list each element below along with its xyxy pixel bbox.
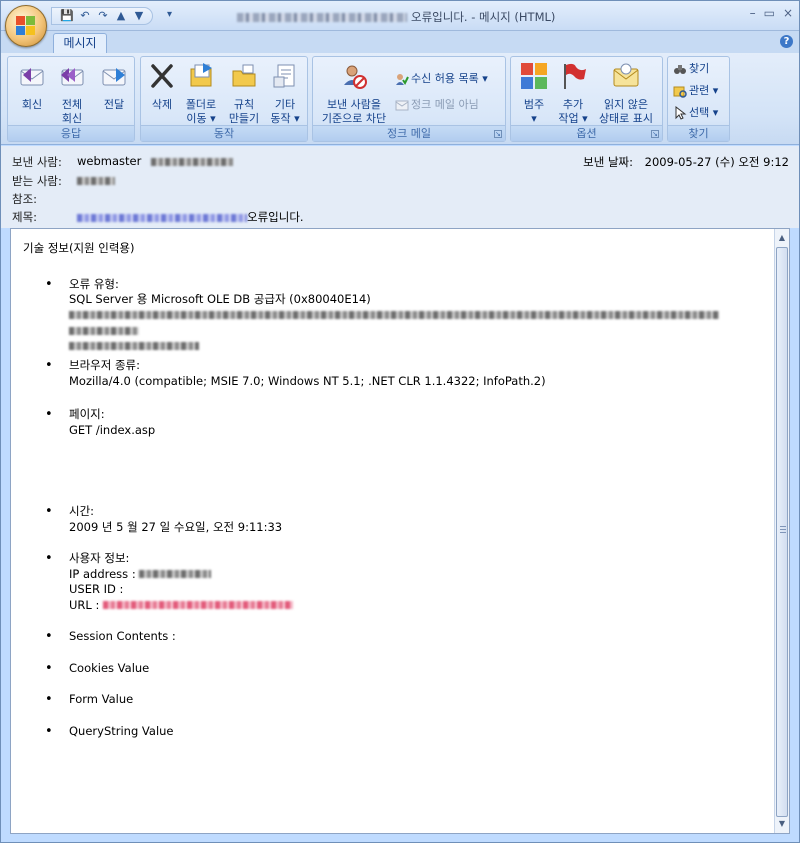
list-item-cookies: Cookies Value xyxy=(23,661,763,677)
list-item-session: Session Contents : xyxy=(23,629,763,645)
group-junk-email: 보낸 사람을 기준으로 차단 수신 허용 목록 ▾ 정크 메일 아님 정크 메일… xyxy=(312,56,506,142)
block-sender-button[interactable]: 보낸 사람을 기준으로 차단 xyxy=(315,61,393,126)
save-icon[interactable]: 💾 xyxy=(60,9,74,23)
list-item-user-info: 사용자 정보: IP address : USER ID : URL : xyxy=(23,551,763,613)
group-label-options: 옵션 xyxy=(511,125,662,141)
grip-icon xyxy=(780,526,786,534)
list-item-error-type: 오류 유형: SQL Server 용 Microsoft OLE DB 공급자… xyxy=(23,277,763,355)
list-item-browser: 브라우저 종류: Mozilla/4.0 (compatible; MSIE 7… xyxy=(23,358,763,389)
redacted-url xyxy=(103,601,294,609)
not-junk-icon xyxy=(395,100,409,111)
group-find: 찾기 관련 ▾ 선택 ▾ 찾기 xyxy=(667,56,730,142)
undo-icon[interactable]: ↶ xyxy=(78,9,92,23)
mark-unread-icon xyxy=(613,63,639,87)
redo-icon[interactable]: ↷ xyxy=(96,9,110,23)
ribbon: 회신 전체 회신 전달 응답 삭제 폴더로 이동 ▾ 규칙 만들기 기타 동작 … xyxy=(1,53,799,145)
message-header: 보낸 사람: webmaster 받는 사람: 참조: 제목: 오류입니다. 보… xyxy=(1,146,799,228)
reply-icon xyxy=(20,68,44,86)
scroll-down-icon[interactable]: ▼ xyxy=(775,817,789,831)
group-label-find: 찾기 xyxy=(668,125,729,141)
scroll-up-icon[interactable]: ▲ xyxy=(775,231,789,245)
office-button[interactable] xyxy=(5,5,47,47)
related-icon xyxy=(673,86,687,98)
ribbon-tab-row: 메시지 ? xyxy=(1,31,799,53)
other-actions-button[interactable]: 기타 동작 ▾ xyxy=(265,61,305,126)
minimize-button[interactable]: – xyxy=(750,6,756,20)
next-item-icon[interactable]: ▼ xyxy=(132,9,146,23)
sent-value: 2009-05-27 (수) 오전 9:12 xyxy=(644,155,789,169)
forward-icon xyxy=(102,68,126,86)
junk-dialog-launcher-icon[interactable]: ↘ xyxy=(494,130,502,138)
list-item-form: Form Value xyxy=(23,692,763,708)
delete-icon xyxy=(151,64,173,88)
reply-all-icon xyxy=(61,68,84,86)
sent-label: 보낸 날짜: xyxy=(583,155,633,169)
create-rule-button[interactable]: 규칙 만들기 xyxy=(225,61,263,126)
move-to-folder-icon xyxy=(190,63,212,87)
redacted-recipient xyxy=(77,176,115,185)
block-sender-icon xyxy=(344,65,367,89)
list-item-time: 시간: 2009 년 5 월 27 일 수요일, 오전 9:11:33 xyxy=(23,504,763,535)
cursor-icon xyxy=(675,106,687,120)
group-label-actions: 동작 xyxy=(141,125,307,141)
group-label-respond: 응답 xyxy=(8,125,134,141)
reply-all-button[interactable]: 전체 회신 xyxy=(54,61,90,126)
mark-unread-button[interactable]: 읽지 않은 상태로 표시 xyxy=(591,61,661,126)
from-label: 보낸 사람: xyxy=(12,155,62,169)
forward-button[interactable]: 전달 xyxy=(96,61,132,112)
move-to-folder-button[interactable]: 폴더로 이동 ▾ xyxy=(181,61,221,126)
find-button[interactable]: 찾기 xyxy=(673,61,709,77)
group-options: 범주 ▾ 추가 작업 ▾ 읽지 않은 상태로 표시 옵션 ↘ xyxy=(510,56,663,142)
office-logo-icon xyxy=(16,16,36,36)
body-title: 기술 정보(지원 인력용) xyxy=(23,241,135,255)
subject-label: 제목: xyxy=(12,210,38,224)
redacted-ip xyxy=(139,570,212,578)
options-dialog-launcher-icon[interactable]: ↘ xyxy=(651,130,659,138)
group-respond: 회신 전체 회신 전달 응답 xyxy=(7,56,135,142)
from-value[interactable]: webmaster xyxy=(77,154,233,168)
sent-date: 보낸 날짜: 2009-05-27 (수) 오전 9:12 xyxy=(583,154,789,170)
previous-item-icon[interactable]: ▲ xyxy=(114,9,128,23)
other-actions-icon xyxy=(273,64,295,88)
related-button[interactable]: 관련 ▾ xyxy=(673,83,718,99)
follow-up-flag-icon xyxy=(564,63,586,89)
follow-up-button[interactable]: 추가 작업 ▾ xyxy=(555,61,591,126)
window-controls: – ▭ × xyxy=(750,6,793,20)
maximize-button[interactable]: ▭ xyxy=(764,6,775,20)
redacted-subject xyxy=(237,13,407,22)
subject-value: 오류입니다. xyxy=(77,209,304,225)
reply-button[interactable]: 회신 xyxy=(14,61,50,112)
to-value[interactable] xyxy=(77,173,115,187)
select-button[interactable]: 선택 ▾ xyxy=(673,105,718,121)
list-item-querystring: QueryString Value xyxy=(23,724,763,740)
quick-access-toolbar: 💾 ↶ ↷ ▲ ▼ xyxy=(51,7,153,25)
redacted-sender xyxy=(151,157,233,166)
tab-message[interactable]: 메시지 xyxy=(53,33,107,53)
safe-list-icon xyxy=(396,74,409,85)
cc-label: 참조: xyxy=(12,192,38,206)
delete-button[interactable]: 삭제 xyxy=(145,61,179,112)
title-bar: 💾 ↶ ↷ ▲ ▼ ▾ 오류입니다. - 메시지 (HTML) – ▭ × xyxy=(1,1,799,31)
categorize-button[interactable]: 범주 ▾ xyxy=(513,61,555,126)
group-actions: 삭제 폴더로 이동 ▾ 규칙 만들기 기타 동작 ▾ 동작 xyxy=(140,56,308,142)
redacted-subject-text xyxy=(77,213,247,222)
close-button[interactable]: × xyxy=(783,6,793,20)
vertical-scrollbar[interactable]: ▲ ▼ xyxy=(774,229,789,833)
scroll-thumb[interactable] xyxy=(776,247,788,817)
customize-qat-icon[interactable]: ▾ xyxy=(167,9,172,20)
safe-list-button[interactable]: 수신 허용 목록 ▾ xyxy=(395,71,488,87)
list-item-page: 페이지: GET /index.asp xyxy=(23,407,763,438)
rules-icon xyxy=(232,64,256,87)
group-label-junk: 정크 메일 xyxy=(313,125,505,141)
window-title: 오류입니다. - 메시지 (HTML) xyxy=(237,9,555,25)
not-junk-button[interactable]: 정크 메일 아님 xyxy=(395,97,479,113)
outlook-message-window: 💾 ↶ ↷ ▲ ▼ ▾ 오류입니다. - 메시지 (HTML) – ▭ × 메시… xyxy=(0,0,800,843)
message-body[interactable]: 기술 정보(지원 인력용) 오류 유형: SQL Server 용 Micros… xyxy=(10,228,790,834)
categorize-icon xyxy=(521,63,547,89)
message-content: 기술 정보(지원 인력용) 오류 유형: SQL Server 용 Micros… xyxy=(23,241,763,739)
redacted-error-detail xyxy=(69,308,763,355)
help-icon[interactable]: ? xyxy=(780,35,793,48)
binoculars-icon xyxy=(674,65,686,74)
to-label: 받는 사람: xyxy=(12,174,62,188)
